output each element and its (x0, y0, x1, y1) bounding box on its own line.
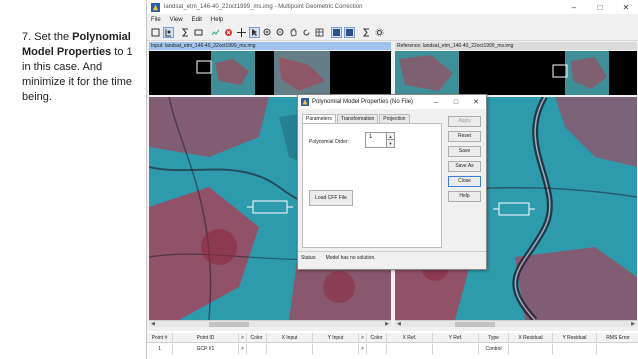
tab-projection[interactable]: Projection (379, 114, 410, 123)
cell-x-ref[interactable] (387, 344, 433, 354)
dialog-minimize-button[interactable]: – (426, 95, 446, 109)
cell-point-id[interactable]: GCP #1 (173, 344, 239, 354)
tab-transformation[interactable]: Transformation (336, 114, 379, 123)
status-text: Model has no solution. (325, 255, 376, 261)
sigma-icon-2[interactable] (361, 27, 372, 38)
cell-point-number: 1 (147, 344, 173, 354)
status-label: Status: (301, 255, 317, 261)
dialog-title-bar[interactable]: Polynomial Model Properties (No File) – … (298, 95, 486, 109)
sigma-edit-icon[interactable] (193, 27, 204, 38)
dialog-tabs: Parameters Transformation Projection (302, 114, 411, 123)
cell-type[interactable]: Control (479, 344, 509, 354)
close-dialog-button[interactable]: Close (448, 176, 481, 187)
dialog-maximize-button[interactable]: □ (446, 95, 466, 109)
settings-icon[interactable] (374, 27, 385, 38)
table-icon[interactable] (314, 27, 325, 38)
menu-edit[interactable]: Edit (192, 17, 202, 23)
input-overview[interactable] (149, 51, 391, 95)
reference-view-label: Reference: landsat_etm_146-40_22oct1999_… (395, 42, 637, 50)
cell-x-residual (509, 344, 553, 354)
reference-hscrollbar[interactable]: ◀ ▶ (395, 320, 637, 327)
input-view-label: Input: landsat_etm_146-40_22oct1999_ms.i… (149, 42, 391, 50)
col-x-residual[interactable]: X Residual (509, 333, 553, 342)
window-title: landsat_etm_146-40_22oct1999_ms.img - Mu… (164, 4, 363, 10)
dialog-close-button[interactable]: ✕ (466, 95, 486, 109)
polynomial-order-value[interactable]: 1 (369, 134, 372, 140)
col-y-input[interactable]: Y Input (313, 333, 359, 342)
polynomial-order-label: Polynomial Order: (309, 139, 350, 145)
col-x-input[interactable]: X Input (267, 333, 313, 342)
cell-y-residual (553, 344, 597, 354)
dialog-title: Polynomial Model Properties (No File) (312, 99, 414, 105)
menu-bar: File View Edit Help (147, 14, 232, 25)
save-button[interactable]: Save (448, 146, 481, 157)
apply-button[interactable]: Apply (448, 116, 481, 127)
col-rms-error[interactable]: RMS Error (597, 333, 638, 342)
cell-ref-color[interactable] (367, 344, 387, 354)
col-point-number[interactable]: Point # (147, 333, 173, 342)
stepper-up-icon[interactable]: ▲ (386, 133, 394, 140)
menu-help[interactable]: Help (211, 17, 223, 23)
title-bar: landsat_etm_146-40_22oct1999_ms.img - Mu… (147, 0, 638, 14)
minimize-button[interactable]: – (561, 0, 587, 14)
help-button[interactable]: Help (448, 191, 481, 202)
chart-icon[interactable] (210, 27, 221, 38)
lock-icon[interactable] (331, 27, 342, 38)
pan-icon[interactable] (288, 27, 299, 38)
app-icon (151, 2, 160, 12)
tab-parameters[interactable]: Parameters (302, 114, 336, 123)
stepper-down-icon[interactable]: ▼ (386, 140, 394, 147)
load-cff-button[interactable]: Load CFF File (309, 190, 353, 206)
new-icon[interactable] (150, 27, 161, 38)
save-as-button[interactable]: Save As (448, 161, 481, 172)
parameters-panel: Polynomial Order: 1 ▲ ▼ Load CFF File (302, 123, 442, 248)
polynomial-model-dialog: Polynomial Model Properties (No File) – … (297, 94, 487, 270)
select-icon[interactable] (249, 27, 260, 38)
zoom-out-icon[interactable] (275, 27, 286, 38)
delete-icon[interactable] (223, 27, 234, 38)
menu-file[interactable]: File (151, 17, 161, 23)
cell-ref-arrow[interactable]: > (359, 344, 367, 354)
col-point-id[interactable]: Point ID (173, 333, 239, 342)
refresh-icon[interactable] (301, 27, 312, 38)
instruction-text: 7. Set the Polynomial Model Properties t… (22, 30, 140, 105)
cell-rms-error (597, 344, 638, 354)
col-x-ref[interactable]: X Ref. (387, 333, 433, 342)
instruction-prefix: 7. Set the (22, 31, 73, 43)
table-row[interactable]: 1 GCP #1 > > Control (147, 344, 638, 354)
maximize-button[interactable]: □ (587, 0, 613, 14)
lock-icon-2[interactable] (344, 27, 355, 38)
cell-y-input[interactable] (313, 344, 359, 354)
col-y-residual[interactable]: Y Residual (553, 333, 597, 342)
dialog-app-icon (301, 98, 309, 106)
dialog-status-bar: Status: Model has no solution. (298, 251, 486, 264)
polynomial-order-stepper[interactable]: 1 ▲ ▼ (365, 132, 395, 148)
col-ref-color[interactable]: Color (367, 333, 387, 342)
col-ref-arrow[interactable]: > (359, 333, 367, 342)
sigma-icon[interactable] (180, 27, 191, 38)
col-input-arrow[interactable]: > (239, 333, 247, 342)
crosshair-icon[interactable] (236, 27, 247, 38)
input-hscrollbar[interactable]: ◀ ▶ (149, 320, 391, 327)
menu-view[interactable]: View (170, 17, 183, 23)
reference-overview[interactable] (395, 51, 637, 95)
close-button[interactable]: ✕ (613, 0, 638, 14)
cell-x-input[interactable] (267, 344, 313, 354)
col-input-color[interactable]: Color (247, 333, 267, 342)
gcp-table-header: Point # Point ID > Color X Input Y Input… (147, 333, 638, 343)
col-type[interactable]: Type (479, 333, 509, 342)
cell-y-ref[interactable] (433, 344, 479, 354)
gcp-table: Point # Point ID > Color X Input Y Input… (147, 331, 638, 359)
reset-button[interactable]: Reset (448, 131, 481, 142)
cell-input-arrow[interactable]: > (239, 344, 247, 354)
gcp-icon[interactable] (163, 27, 174, 38)
cell-input-color[interactable] (247, 344, 267, 354)
toolbar (147, 25, 638, 41)
zoom-in-icon[interactable] (262, 27, 273, 38)
col-y-ref[interactable]: Y Ref. (433, 333, 479, 342)
